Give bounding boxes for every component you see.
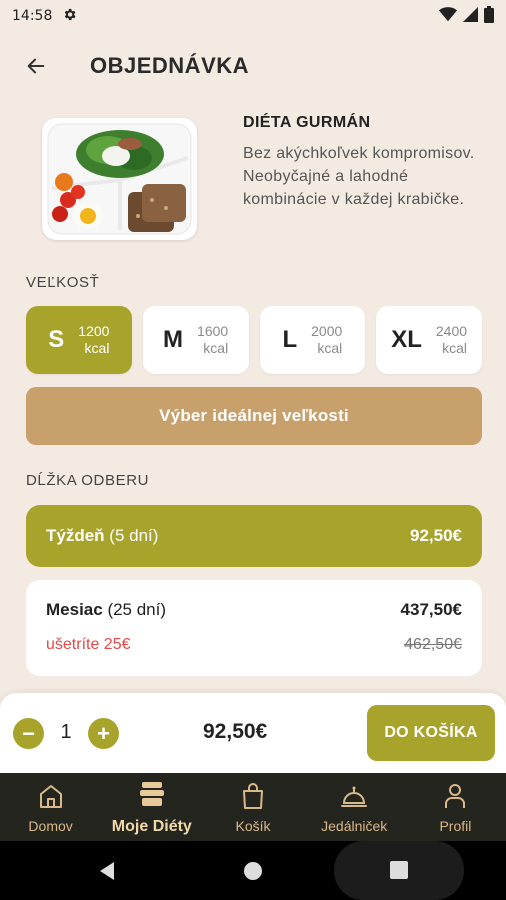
- status-time: 14:58: [12, 8, 53, 24]
- back-arrow-icon[interactable]: [16, 46, 56, 86]
- wifi-icon: [439, 6, 457, 26]
- size-option-l[interactable]: L 2000 kcal: [259, 306, 366, 374]
- total-price: 92,50€: [203, 720, 268, 743]
- nav-back-icon[interactable]: [82, 841, 132, 900]
- product-name: DIÉTA GURMÁN: [243, 114, 371, 131]
- ideal-size-button[interactable]: Výber ideálnej veľkosti: [26, 387, 482, 445]
- duration-section-label: DĹŽKA ODBERU: [26, 472, 150, 489]
- size-kcal: 2400 kcal: [435, 323, 468, 356]
- tab-label: Jedálniček: [321, 817, 388, 834]
- duration-price: 92,50€: [410, 526, 462, 545]
- battery-icon: [484, 5, 494, 27]
- food-boxes-icon: [137, 779, 167, 814]
- cart-panel: − 1 + 92,50€ DO KOŠÍKA: [0, 693, 506, 773]
- add-to-cart-button[interactable]: DO KOŠÍKA: [367, 705, 495, 761]
- duration-name: Týždeň (5 dní): [46, 526, 159, 545]
- page-title: OBJEDNÁVKA: [90, 53, 250, 78]
- old-price: 462,50€: [404, 636, 462, 653]
- tab-label: Profil: [439, 817, 472, 834]
- system-nav-bar: [0, 841, 506, 900]
- size-kcal: 2000 kcal: [311, 323, 343, 356]
- size-kcal: 1600 kcal: [197, 323, 229, 356]
- size-option-m[interactable]: M 1600 kcal: [142, 306, 249, 374]
- tab-label: Domov: [28, 817, 73, 834]
- nav-recents-icon[interactable]: [334, 841, 464, 900]
- size-kcal: 1200 kcal: [78, 323, 110, 356]
- signal-icon: [463, 6, 478, 26]
- tab-domov[interactable]: Domov: [0, 773, 101, 841]
- tab-profil[interactable]: Profil: [405, 773, 506, 841]
- tab-jedalnicek[interactable]: Jedálniček: [304, 773, 405, 841]
- tab-label: Košík: [235, 817, 271, 834]
- decrease-quantity-button[interactable]: −: [13, 718, 44, 749]
- product-image: [42, 118, 197, 240]
- increase-quantity-button[interactable]: +: [88, 718, 119, 749]
- savings-text: ušetríte 25€: [46, 636, 131, 653]
- duration-name: Mesiac (25 dní): [46, 600, 167, 619]
- home-icon: [36, 781, 66, 814]
- app-header: OBJEDNÁVKA: [0, 36, 506, 96]
- duration-option-week[interactable]: Týždeň (5 dní) 92,50€: [26, 505, 482, 567]
- size-section-label: VEĽKOSŤ: [26, 274, 100, 291]
- duration-option-month[interactable]: Mesiac (25 dní) 437,50€ ušetríte 25€ 462…: [26, 580, 482, 676]
- duration-price: 437,50€: [400, 600, 462, 619]
- person-icon: [440, 781, 470, 814]
- product-description: Bez akýchkoľvek kompromisov. Neobyčajné …: [243, 145, 475, 208]
- size-letter: L: [282, 326, 298, 353]
- quantity-value: 1: [60, 721, 72, 743]
- size-letter: XL: [391, 326, 422, 353]
- size-option-s[interactable]: S 1200 kcal: [26, 306, 132, 374]
- size-letter: M: [163, 326, 184, 353]
- nav-home-icon[interactable]: [228, 841, 278, 900]
- size-letter: S: [48, 326, 65, 353]
- settings-gear-icon: [62, 7, 77, 26]
- status-bar: 14:58: [0, 0, 506, 32]
- tab-kosik[interactable]: Košík: [202, 773, 303, 841]
- shopping-bag-icon: [238, 781, 268, 814]
- tab-label: Moje Diéty: [111, 817, 192, 835]
- size-option-xl[interactable]: XL 2400 kcal: [376, 306, 482, 374]
- size-selector: S 1200 kcal M 1600 kcal L 2000 kcal XL 2400…: [26, 306, 482, 374]
- bottom-tab-bar: Domov Moje Diéty Košík Jedálniček Profil: [0, 773, 506, 841]
- cloche-icon: [339, 781, 369, 814]
- tab-moje-diety[interactable]: Moje Diéty: [101, 773, 202, 841]
